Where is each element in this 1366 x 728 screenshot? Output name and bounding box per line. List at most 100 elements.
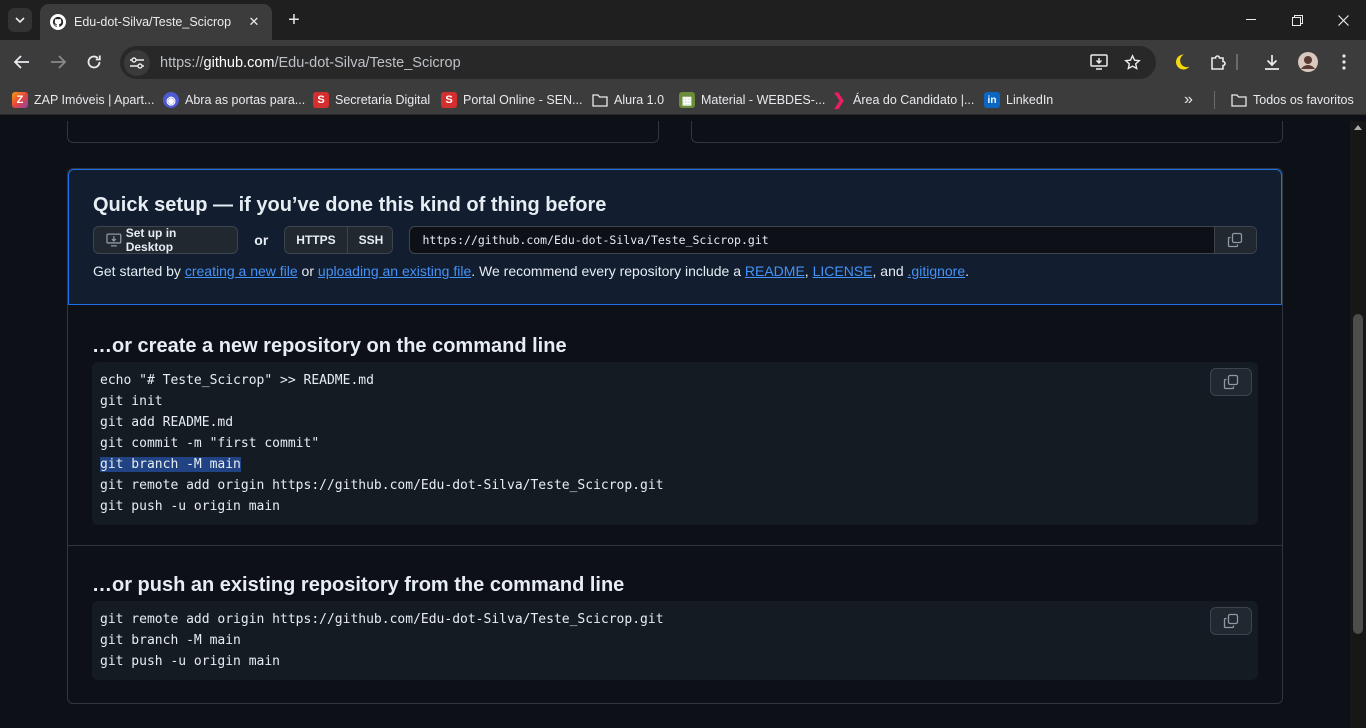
senai-icon: S bbox=[441, 92, 457, 108]
desktop-download-icon bbox=[106, 233, 122, 247]
bookmark-label: Área do Candidato |... bbox=[853, 93, 975, 107]
new-repo-title: …or create a new repository on the comma… bbox=[92, 335, 567, 357]
bookmark-label: Abra as portas para... bbox=[185, 93, 306, 107]
bookmark-portal[interactable]: S Portal Online - SEN... bbox=[441, 91, 583, 109]
repo-setup-box: Quick setup — if you’ve done this kind o… bbox=[67, 168, 1283, 704]
install-app-icon[interactable] bbox=[1088, 51, 1110, 73]
create-file-link[interactable]: creating a new file bbox=[185, 263, 298, 279]
copy-icon[interactable] bbox=[1210, 607, 1252, 635]
chat-icon: ◉ bbox=[163, 92, 179, 108]
all-bookmarks-label: Todos os favoritos bbox=[1253, 93, 1354, 107]
minimize-icon[interactable] bbox=[1228, 0, 1274, 40]
tab-list-icon[interactable] bbox=[8, 8, 32, 32]
senai-icon: S bbox=[313, 92, 329, 108]
copy-icon[interactable] bbox=[1210, 368, 1252, 396]
code-line: git remote add origin https://github.com… bbox=[100, 478, 664, 493]
bookmark-secretaria[interactable]: S Secretaria Digital bbox=[313, 91, 430, 109]
scroll-thumb[interactable] bbox=[1353, 314, 1363, 634]
clone-url-value[interactable]: https://github.com/Edu-dot-Silva/Teste_S… bbox=[410, 233, 1214, 247]
code-line: git remote add origin https://github.com… bbox=[100, 612, 664, 627]
close-icon[interactable]: ✕ bbox=[246, 14, 262, 30]
linkedin-icon: in bbox=[984, 92, 1000, 108]
push-existing-code[interactable]: git remote add origin https://github.com… bbox=[92, 601, 1258, 680]
upload-file-link[interactable]: uploading an existing file bbox=[318, 263, 471, 279]
bookmark-label: Alura 1.0 bbox=[614, 93, 665, 107]
bookmark-label: Portal Online - SEN... bbox=[463, 93, 583, 107]
tab-title: Edu-dot-Silva/Teste_Scicrop bbox=[74, 15, 232, 29]
folder-icon bbox=[592, 92, 608, 108]
bookmark-label: Material - WEBDES-... bbox=[701, 93, 826, 107]
new-repo-code[interactable]: echo "# Teste_Scicrop" >> README.md git i… bbox=[92, 362, 1258, 525]
push-existing-title: …or push an existing repository from the… bbox=[92, 574, 625, 596]
code-line: git add README.md bbox=[100, 415, 234, 430]
more-bookmarks-icon[interactable]: » bbox=[1184, 91, 1193, 109]
https-button[interactable]: HTTPS bbox=[285, 227, 347, 253]
ssh-button[interactable]: SSH bbox=[346, 227, 393, 253]
profile-avatar[interactable] bbox=[1296, 50, 1320, 74]
bookmarks-bar: Z ZAP Imóveis | Apart... ◉ Abra as porta… bbox=[0, 85, 1366, 115]
chevron-right-icon: ❯ bbox=[832, 92, 846, 109]
folder-icon bbox=[1231, 92, 1247, 108]
forward-icon[interactable] bbox=[44, 48, 72, 76]
code-line-selected: git branch -M main bbox=[100, 454, 1250, 475]
bookmark-label: LinkedIn bbox=[1006, 93, 1054, 107]
selected-text: git branch -M main bbox=[100, 457, 241, 472]
github-icon bbox=[50, 14, 66, 30]
url-text: https://github.com/Edu-dot-Silva/Teste_S… bbox=[160, 54, 461, 71]
protocol-toggle: HTTPS SSH bbox=[284, 226, 394, 254]
bookmark-abra[interactable]: ◉ Abra as portas para... bbox=[163, 91, 305, 109]
readme-link[interactable]: README bbox=[745, 263, 805, 279]
code-line: git push -u origin main bbox=[100, 499, 281, 514]
address-bar[interactable]: https://github.com/Edu-dot-Silva/Teste_S… bbox=[120, 46, 1156, 79]
download-icon[interactable] bbox=[1260, 50, 1284, 74]
gitignore-link[interactable]: .gitignore bbox=[908, 263, 966, 279]
bookmark-linkedin[interactable]: in LinkedIn bbox=[984, 91, 1053, 109]
setup-desktop-label: Set up in Desktop bbox=[125, 226, 177, 254]
tab-strip: Edu-dot-Silva/Teste_Scicrop ✕ + bbox=[0, 0, 1366, 40]
page-scrollbar[interactable] bbox=[1350, 121, 1366, 728]
zap-icon: Z bbox=[12, 92, 28, 108]
license-link[interactable]: LICENSE bbox=[813, 263, 873, 279]
all-bookmarks[interactable]: Todos os favoritos bbox=[1231, 91, 1354, 109]
star-icon[interactable] bbox=[1121, 51, 1143, 73]
code-line: git init bbox=[100, 394, 163, 409]
quick-setup-controls: Set up in Desktop or HTTPS SSH https://g… bbox=[93, 226, 1257, 254]
code-line: git branch -M main bbox=[100, 633, 241, 648]
get-started-text: Get started by creating a new file or up… bbox=[93, 263, 970, 279]
restore-icon[interactable] bbox=[1274, 0, 1320, 40]
previous-card bbox=[67, 121, 659, 143]
setup-desktop-button[interactable]: Set up in Desktop bbox=[93, 226, 239, 254]
quick-setup-title: Quick setup — if you’ve done this kind o… bbox=[93, 194, 607, 216]
code-line: echo "# Teste_Scicrop" >> README.md bbox=[100, 373, 374, 388]
code-line: git commit -m "first commit" bbox=[100, 436, 320, 451]
reload-icon[interactable] bbox=[80, 48, 108, 76]
menu-icon[interactable] bbox=[1332, 50, 1356, 74]
moon-icon[interactable] bbox=[1170, 50, 1194, 74]
tune-icon[interactable] bbox=[124, 49, 150, 76]
bookmark-label: ZAP Imóveis | Apart... bbox=[34, 93, 155, 107]
page-content: Quick setup — if you’ve done this kind o… bbox=[0, 121, 1350, 728]
code-line: git push -u origin main bbox=[100, 654, 281, 669]
plus-icon[interactable]: + bbox=[282, 8, 306, 32]
browser-tab[interactable]: Edu-dot-Silva/Teste_Scicrop ✕ bbox=[40, 4, 272, 40]
toolbar-divider bbox=[1236, 54, 1238, 70]
bookmarks-divider bbox=[1214, 91, 1215, 109]
close-window-icon[interactable] bbox=[1320, 0, 1366, 40]
clone-url-field[interactable]: https://github.com/Edu-dot-Silva/Teste_S… bbox=[409, 226, 1257, 254]
copy-icon[interactable] bbox=[1213, 227, 1256, 253]
extensions-icon[interactable] bbox=[1206, 50, 1230, 74]
bookmark-area-candidato[interactable]: ❯ Área do Candidato |... bbox=[831, 91, 974, 109]
quick-setup: Quick setup — if you’ve done this kind o… bbox=[68, 169, 1282, 305]
browser-toolbar: https://github.com/Edu-dot-Silva/Teste_S… bbox=[0, 40, 1366, 85]
bookmark-label: Secretaria Digital bbox=[335, 93, 431, 107]
push-existing-section: …or push an existing repository from the… bbox=[68, 546, 1282, 680]
or-label: or bbox=[254, 232, 269, 248]
scroll-up-arrow-icon[interactable] bbox=[1354, 125, 1362, 130]
new-repo-section: …or create a new repository on the comma… bbox=[68, 305, 1282, 546]
bookmark-material[interactable]: ▦ Material - WEBDES-... bbox=[679, 91, 825, 109]
bookmark-zap[interactable]: Z ZAP Imóveis | Apart... bbox=[12, 91, 154, 109]
bookmark-alura[interactable]: Alura 1.0 bbox=[592, 91, 664, 109]
previous-card bbox=[691, 121, 1283, 143]
back-icon[interactable] bbox=[8, 48, 36, 76]
document-icon: ▦ bbox=[679, 92, 695, 108]
